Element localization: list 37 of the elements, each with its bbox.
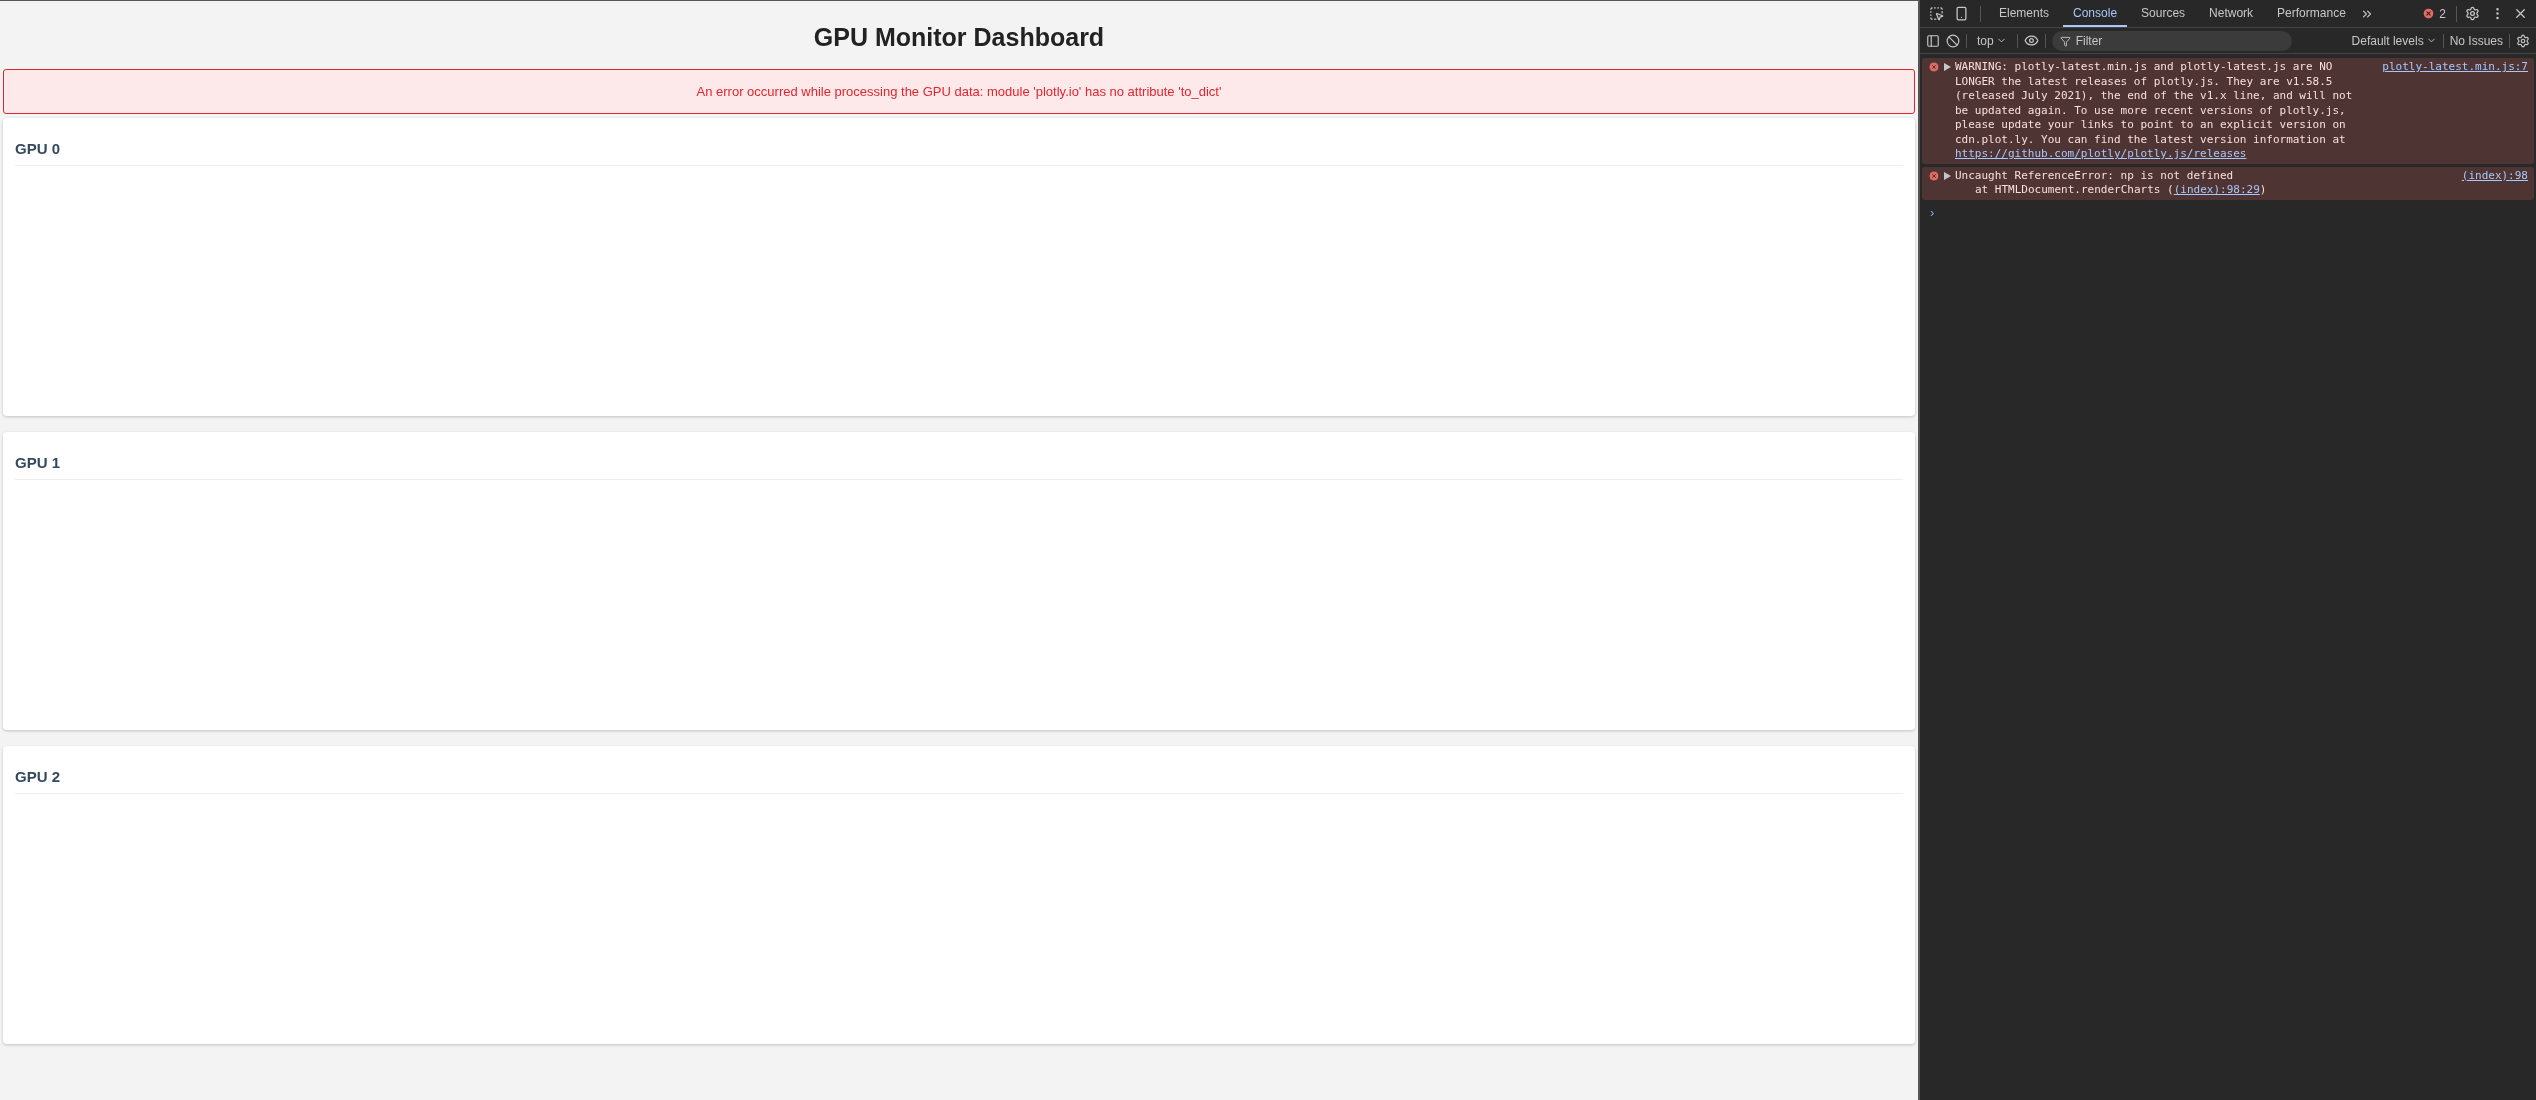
- source-link[interactable]: (index):98: [2461, 168, 2528, 183]
- error-banner: An error occurred while processing the GPU data: module 'plotly.io' has no attribute 'to_dict': [3, 68, 1915, 114]
- expand-triangle-icon[interactable]: [1944, 171, 1951, 180]
- settings-icon[interactable]: [2465, 6, 2480, 21]
- gpu-title: GPU 0: [15, 138, 1903, 166]
- devtools-tab[interactable]: Elements: [1989, 0, 2060, 27]
- clear-icon[interactable]: [1946, 33, 1960, 48]
- filter-field[interactable]: Filter: [2051, 30, 2292, 51]
- issues-label[interactable]: No Issues: [2449, 31, 2503, 50]
- close-icon[interactable]: [2513, 6, 2528, 21]
- error-icon: [2422, 7, 2436, 20]
- message-text: Uncaught ReferenceError: np is not defined: [1955, 168, 2235, 183]
- releases-link[interactable]: https://github.com/plotly/plotly.js/releases: [1955, 147, 2247, 160]
- message-text: WARNING: plotly-latest.min.js and plotly-latest.js are NO LONGER the latest releases of plotly.js. They are v1.58.5 (released July 2021), the end of the v1.x line, and will not be updated again. To use more recent versions of plotly.js, please update your links to point to an explicit version on cdn.plot.ly. You can find the latest version information at https://github.com/plotly/plotly.js/releases: [1955, 60, 2354, 162]
- error-icon: [1928, 61, 1940, 73]
- console-settings-icon[interactable]: [2516, 33, 2530, 48]
- context-dropdown[interactable]: top: [1973, 31, 2011, 50]
- gpu-title: GPU 1: [15, 452, 1903, 480]
- error-icon: [1928, 169, 1940, 182]
- filter-icon: [2059, 35, 2071, 47]
- levels-dropdown[interactable]: Default levels: [2351, 31, 2437, 50]
- sidebar-icon[interactable]: [1926, 33, 1940, 48]
- devtools-tab[interactable]: Performance: [2267, 0, 2356, 27]
- error-count[interactable]: 2: [2439, 4, 2446, 23]
- device-icon[interactable]: [1954, 6, 1969, 21]
- console-prompt[interactable]: ›: [1920, 202, 2536, 222]
- eye-icon[interactable]: [2023, 33, 2039, 48]
- inspect-icon[interactable]: [1929, 6, 1944, 21]
- devtools-tab[interactable]: Network: [2199, 0, 2264, 27]
- devtools-tab[interactable]: Sources: [2131, 0, 2196, 27]
- gpu-title: GPU 2: [15, 766, 1903, 794]
- stack-link[interactable]: (index):98:29: [2173, 183, 2260, 196]
- devtools-tab[interactable]: Console: [2063, 0, 2128, 27]
- source-link[interactable]: plotly-latest.min.js:7: [2382, 60, 2528, 75]
- expand-triangle-icon[interactable]: [1944, 63, 1951, 71]
- stack-trace: at HTMLDocument.renderCharts ((index):98:29): [1974, 183, 2268, 198]
- page-title: GPU Monitor Dashboard: [813, 22, 1105, 53]
